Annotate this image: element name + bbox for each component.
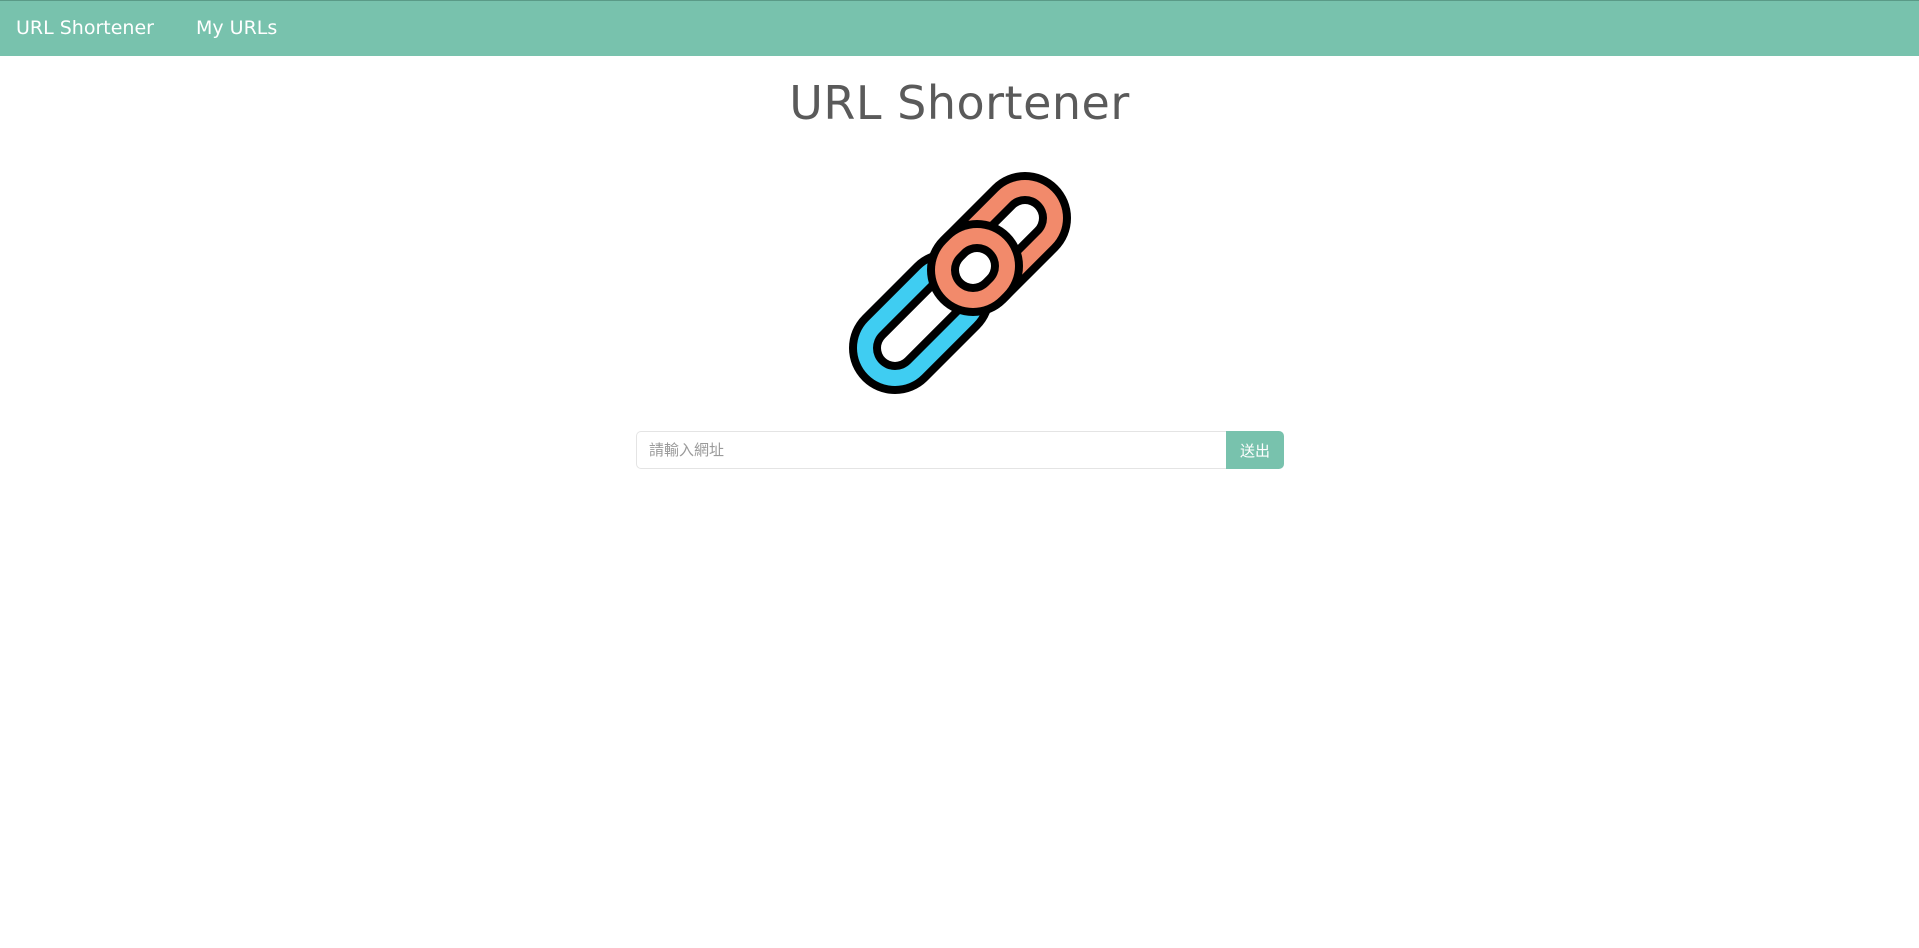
submit-button[interactable]: 送出 xyxy=(1226,431,1284,469)
navbar: URL Shortener My URLs xyxy=(0,0,1919,56)
nav-link-my-urls[interactable]: My URLs xyxy=(196,17,277,39)
nav-brand-link[interactable]: URL Shortener xyxy=(16,17,154,39)
chain-link-icon xyxy=(849,172,1071,394)
url-input[interactable] xyxy=(636,431,1227,469)
url-form: 送出 xyxy=(636,431,1284,469)
orange-link-overlap-hole xyxy=(959,252,991,284)
page-title: URL Shortener xyxy=(789,76,1130,130)
